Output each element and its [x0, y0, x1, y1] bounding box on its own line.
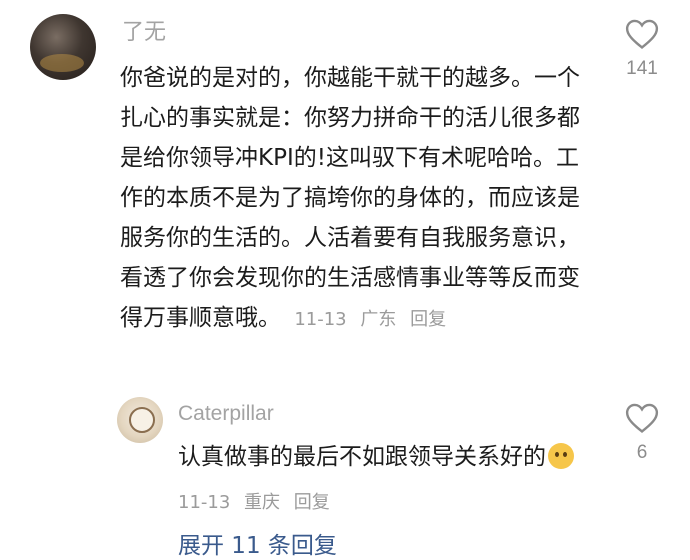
reply-body: 认真做事的最后不如跟领导关系好的 11-13 重庆 回复	[178, 436, 578, 524]
reply-button[interactable]: 回复	[410, 309, 446, 330]
like-count: 141	[626, 58, 658, 79]
comment-text: 你爸说的是对的，你越能干就干的越多。一个扎心的事实就是：你努力拼命干的活儿很多都…	[120, 65, 580, 331]
avatar-decoration	[129, 407, 155, 433]
reply-reply-button[interactable]: 回复	[294, 492, 330, 513]
comment-meta: 11-13 广东 回复	[294, 309, 454, 330]
comment-body: 你爸说的是对的，你越能干就干的越多。一个扎心的事实就是：你努力拼命干的活儿很多都…	[120, 58, 580, 340]
heart-icon	[625, 19, 659, 49]
reply-username[interactable]: Caterpillar	[178, 400, 274, 428]
reply-date: 11-13	[178, 492, 231, 513]
reply-like-button[interactable]: 6	[612, 402, 672, 464]
reply-avatar[interactable]	[117, 397, 163, 443]
reply-text: 认真做事的最后不如跟领导关系好的	[178, 444, 546, 470]
comment-location: 广东	[360, 309, 397, 330]
comment-username[interactable]: 了无	[122, 18, 166, 46]
expand-replies-button[interactable]: 展开 11 条回复	[178, 526, 337, 560]
avatar[interactable]	[30, 14, 96, 80]
reply-like-count: 6	[636, 442, 648, 463]
heart-icon	[625, 403, 659, 433]
happy-face-emoji-icon	[548, 443, 574, 469]
like-button[interactable]: 141	[612, 18, 672, 80]
avatar-decoration	[40, 54, 84, 72]
comment-date: 11-13	[294, 309, 347, 330]
reply-meta: 11-13 重庆 回复	[178, 492, 338, 513]
reply-location: 重庆	[244, 492, 281, 513]
